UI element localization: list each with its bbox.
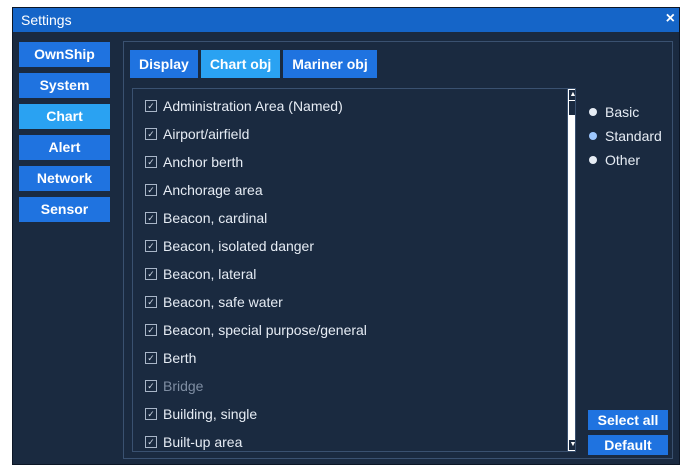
list-item-label: Berth	[163, 350, 197, 366]
checkbox-checked-icon[interactable]	[145, 100, 157, 113]
list-item-label: Beacon, special purpose/general	[163, 322, 367, 338]
list-item[interactable]: Beacon, safe water	[145, 288, 283, 316]
list-item-disabled: Bridge	[145, 372, 203, 400]
chart-object-list: Administration Area (Named) Airport/airf…	[132, 88, 576, 452]
radio-label: Other	[605, 152, 641, 168]
checkbox-checked-icon	[145, 380, 157, 393]
title-bar[interactable]: Settings ×	[13, 8, 679, 32]
list-scrollbar[interactable]: ▲ ▼	[567, 89, 575, 451]
list-item-label: Building, single	[163, 406, 258, 422]
list-item[interactable]: Beacon, cardinal	[145, 204, 267, 232]
close-icon[interactable]: ×	[666, 10, 675, 28]
checkbox-checked-icon[interactable]	[145, 352, 157, 365]
list-item-label: Anchor berth	[163, 154, 244, 170]
nav-chart-button[interactable]: Chart	[19, 104, 110, 129]
scroll-up-icon[interactable]: ▲	[569, 90, 575, 100]
list-item[interactable]: Beacon, lateral	[145, 260, 256, 288]
nav-network-button[interactable]: Network	[19, 166, 110, 191]
tab-display[interactable]: Display	[130, 50, 198, 78]
list-item[interactable]: Anchor berth	[145, 148, 243, 176]
list-item-label: Beacon, isolated danger	[163, 238, 314, 254]
checkbox-checked-icon[interactable]	[145, 324, 157, 337]
tab-mariner-obj[interactable]: Mariner obj	[283, 50, 377, 78]
checkbox-checked-icon[interactable]	[145, 156, 157, 169]
checkbox-checked-icon[interactable]	[145, 128, 157, 141]
list-item[interactable]: Beacon, isolated danger	[145, 232, 314, 260]
list-item-label: Beacon, cardinal	[163, 210, 268, 226]
list-item[interactable]: Building, single	[145, 400, 257, 428]
list-item-label: Beacon, lateral	[163, 266, 257, 282]
list-item-label: Built-up area	[163, 434, 243, 450]
window-title: Settings	[21, 12, 72, 28]
list-item-label: Beacon, safe water	[163, 294, 283, 310]
default-button[interactable]: Default	[588, 435, 668, 455]
radio-other[interactable]: Other	[589, 148, 662, 172]
checkbox-checked-icon[interactable]	[145, 268, 157, 281]
list-item[interactable]: Administration Area (Named)	[145, 92, 343, 120]
checkbox-checked-icon[interactable]	[145, 408, 157, 421]
checkbox-checked-icon[interactable]	[145, 240, 157, 253]
tab-chart-obj[interactable]: Chart obj	[200, 50, 281, 78]
list-item[interactable]: Anchorage area	[145, 176, 263, 204]
list-item-label: Airport/airfield	[163, 126, 250, 142]
nav-sensor-button[interactable]: Sensor	[19, 197, 110, 222]
scroll-down-icon[interactable]: ▼	[569, 440, 575, 450]
radio-standard[interactable]: Standard	[589, 124, 662, 148]
nav-ownship-button[interactable]: OwnShip	[19, 42, 110, 67]
list-item[interactable]: Airport/airfield	[145, 120, 249, 148]
scroll-thumb[interactable]	[569, 101, 575, 115]
checkbox-checked-icon[interactable]	[145, 212, 157, 225]
nav-system-button[interactable]: System	[19, 73, 110, 98]
tab-bar: Display Chart obj Mariner obj	[130, 50, 380, 78]
checkbox-checked-icon[interactable]	[145, 184, 157, 197]
radio-label: Standard	[605, 128, 662, 144]
radio-button-icon[interactable]	[589, 108, 597, 116]
radio-button-icon[interactable]	[589, 156, 597, 164]
radio-basic[interactable]: Basic	[589, 100, 662, 124]
select-all-button[interactable]: Select all	[588, 410, 668, 430]
list-item[interactable]: Beacon, special purpose/general	[145, 316, 367, 344]
side-nav: OwnShip System Chart Alert Network Senso…	[19, 42, 110, 228]
checkbox-checked-icon[interactable]	[145, 436, 157, 449]
list-item-label: Anchorage area	[163, 182, 263, 198]
list-item[interactable]: Berth	[145, 344, 196, 372]
settings-window: Settings × OwnShip System Chart Alert Ne…	[12, 7, 680, 465]
content-panel: Display Chart obj Mariner obj Administra…	[123, 41, 673, 459]
checkbox-checked-icon[interactable]	[145, 296, 157, 309]
display-category-radio-group: Basic Standard Other	[589, 100, 662, 172]
list-item[interactable]: Built-up area	[145, 428, 243, 451]
radio-button-selected-icon[interactable]	[589, 132, 597, 140]
list-item-label: Bridge	[163, 378, 204, 394]
radio-label: Basic	[605, 104, 640, 120]
list-item-label: Administration Area (Named)	[163, 98, 343, 114]
nav-alert-button[interactable]: Alert	[19, 135, 110, 160]
